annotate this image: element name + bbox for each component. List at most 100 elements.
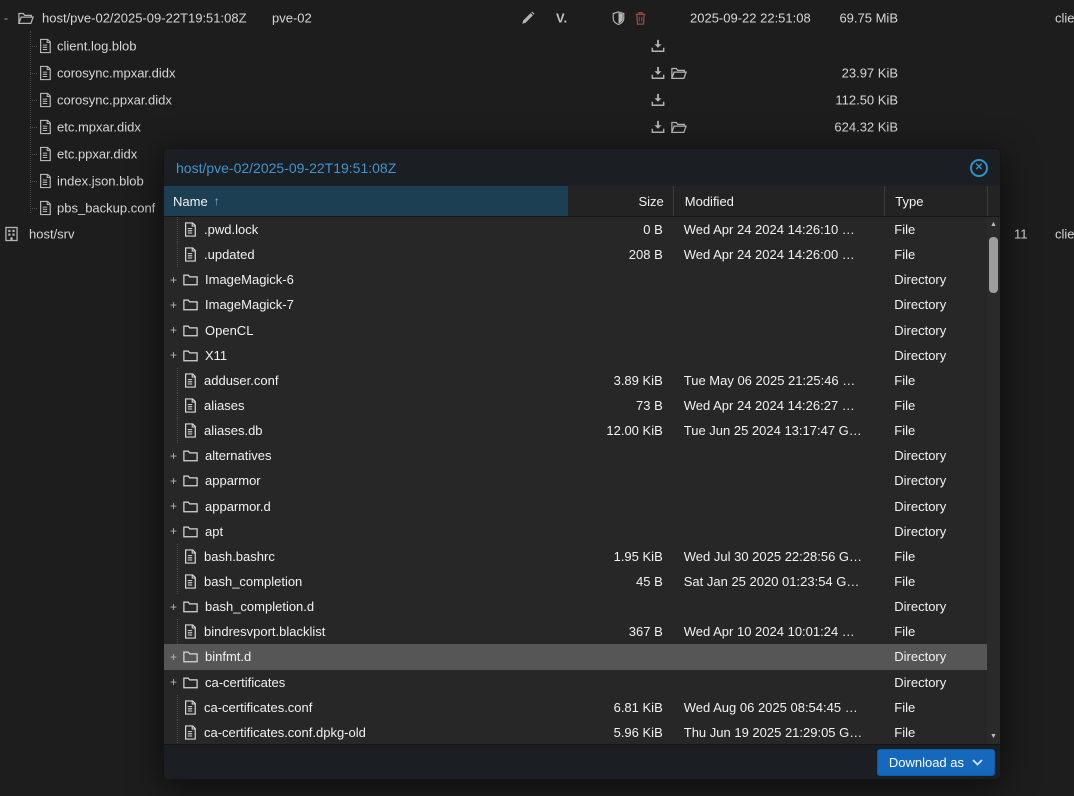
- file-name: etc.mpxar.didx: [57, 120, 141, 135]
- modified-cell: Tue May 06 2025 21:25:46 …: [673, 373, 885, 388]
- type-cell: Directory: [884, 649, 987, 664]
- column-header-size[interactable]: Size: [568, 186, 673, 216]
- shield-icon[interactable]: [612, 11, 625, 25]
- expand-icon[interactable]: +: [167, 600, 180, 614]
- folder-icon: [183, 474, 198, 487]
- expand-icon[interactable]: +: [167, 273, 180, 287]
- directory-row[interactable]: +ca-certificatesDirectory: [164, 670, 987, 695]
- directory-row[interactable]: +bash_completion.dDirectory: [164, 594, 987, 619]
- directory-row[interactable]: +aptDirectory: [164, 519, 987, 544]
- download-as-button[interactable]: Download as: [877, 749, 995, 776]
- file-grid: .pwd.lock0 BWed Apr 24 2024 14:26:10 …Fi…: [164, 217, 1000, 744]
- folder-open-icon: [18, 12, 34, 25]
- close-icon[interactable]: ✕: [970, 159, 988, 177]
- scroll-down-icon[interactable]: ▼: [987, 733, 1000, 740]
- file-row[interactable]: bash_completion45 BSat Jan 25 2020 01:23…: [164, 569, 987, 594]
- download-icon[interactable]: [651, 93, 665, 107]
- tree-guide-line: [177, 368, 178, 393]
- file-row[interactable]: aliases.db12.00 KiBTue Jun 25 2024 13:17…: [164, 418, 987, 443]
- download-icon[interactable]: [651, 120, 665, 134]
- verify-action-label[interactable]: V.: [556, 11, 567, 26]
- tree-guide-line: [177, 418, 178, 443]
- name-cell: bindresvport.blacklist: [164, 619, 568, 644]
- expand-icon[interactable]: +: [167, 323, 180, 337]
- folder-icon: [183, 676, 198, 689]
- file-row[interactable]: ca-certificates.conf.dpkg-old5.96 KiBThu…: [164, 720, 987, 744]
- file-browser-dialog: host/pve-02/2025-09-22T19:51:08Z ✕ Name …: [163, 148, 1001, 780]
- modified-cell: Thu Jun 19 2025 21:29:05 G…: [673, 725, 885, 740]
- snapshot-file-row[interactable]: corosync.ppxar.didx112.50 KiB: [0, 87, 1074, 113]
- file-size: 23.97 KiB: [748, 66, 898, 81]
- tree-guide-line: [177, 544, 178, 569]
- pencil-icon[interactable]: [521, 11, 535, 25]
- column-label-type: Type: [895, 194, 923, 209]
- modified-cell: Tue Jun 25 2024 13:17:47 G…: [673, 423, 885, 438]
- expand-icon[interactable]: +: [167, 675, 180, 689]
- directory-row[interactable]: +ImageMagick-6Directory: [164, 267, 987, 292]
- dialog-title: host/pve-02/2025-09-22T19:51:08Z: [176, 160, 396, 176]
- directory-row[interactable]: +ImageMagick-7Directory: [164, 292, 987, 317]
- entry-name: binfmt.d: [205, 649, 251, 664]
- expand-icon[interactable]: +: [167, 474, 180, 488]
- vertical-scrollbar[interactable]: ▲ ▼: [987, 217, 1000, 744]
- download-icon[interactable]: [651, 39, 665, 53]
- expand-icon[interactable]: +: [167, 298, 180, 312]
- directory-row[interactable]: +alternativesDirectory: [164, 443, 987, 468]
- snapshot-file-row[interactable]: corosync.mpxar.didx 23.97 KiB: [0, 60, 1074, 86]
- entry-name: adduser.conf: [204, 373, 278, 388]
- file-icon: [38, 120, 52, 135]
- file-row[interactable]: .pwd.lock0 BWed Apr 24 2024 14:26:10 …Fi…: [164, 217, 987, 242]
- entry-name: .updated: [204, 247, 255, 262]
- dialog-titlebar: host/pve-02/2025-09-22T19:51:08Z ✕: [164, 149, 1000, 186]
- file-row[interactable]: .updated208 BWed Apr 24 2024 14:26:00 …F…: [164, 242, 987, 267]
- name-cell: bash_completion: [164, 569, 568, 594]
- entry-name: apt: [205, 524, 223, 539]
- expand-icon[interactable]: +: [167, 449, 180, 463]
- folder-open-icon[interactable]: [671, 67, 687, 80]
- expand-icon[interactable]: +: [167, 650, 180, 664]
- name-cell: +apparmor: [164, 468, 568, 493]
- snapshot-file-row[interactable]: client.log.blob: [0, 33, 1074, 59]
- directory-row[interactable]: +apparmorDirectory: [164, 468, 987, 493]
- file-name: corosync.mpxar.didx: [57, 66, 176, 81]
- scroll-up-icon[interactable]: ▲: [987, 221, 1000, 228]
- expand-icon[interactable]: +: [167, 524, 180, 538]
- name-cell: .updated: [164, 242, 568, 267]
- expand-icon[interactable]: +: [167, 348, 180, 362]
- download-icon[interactable]: [651, 66, 665, 80]
- directory-row[interactable]: +OpenCLDirectory: [164, 318, 987, 343]
- directory-row[interactable]: + binfmt.d Directory: [164, 644, 987, 669]
- grid-header: Name ↑ Size Modified Type: [164, 186, 1000, 217]
- file-row[interactable]: aliases73 BWed Apr 24 2024 14:26:27 …Fil…: [164, 393, 987, 418]
- type-cell: File: [884, 222, 987, 237]
- tree-elbow-line: [30, 208, 37, 209]
- tree-guide-line: [177, 720, 178, 744]
- file-icon: [183, 624, 197, 639]
- column-header-name[interactable]: Name ↑: [164, 186, 568, 216]
- scrollbar-thumb[interactable]: [989, 237, 998, 293]
- name-cell: adduser.conf: [164, 368, 568, 393]
- collapse-icon[interactable]: -: [4, 11, 8, 25]
- file-icon: [38, 66, 52, 81]
- folder-open-icon[interactable]: [671, 121, 687, 134]
- file-icon: [38, 201, 52, 216]
- column-header-modified[interactable]: Modified: [673, 186, 885, 216]
- file-row[interactable]: adduser.conf3.89 KiBTue May 06 2025 21:2…: [164, 368, 987, 393]
- name-cell: aliases.db: [164, 418, 568, 443]
- file-row[interactable]: ca-certificates.conf6.81 KiBWed Aug 06 2…: [164, 695, 987, 720]
- file-icon: [183, 373, 197, 388]
- directory-row[interactable]: +apparmor.dDirectory: [164, 494, 987, 519]
- directory-row[interactable]: +X11Directory: [164, 343, 987, 368]
- file-icon: [183, 247, 197, 262]
- entry-name: ca-certificates.conf.dpkg-old: [204, 725, 366, 740]
- file-row[interactable]: bash.bashrc1.95 KiBWed Jul 30 2025 22:28…: [164, 544, 987, 569]
- modified-cell: Wed Aug 06 2025 08:54:45 …: [673, 700, 885, 715]
- snapshot-row[interactable]: - host/pve-02/2025-09-22T19:51:08Z pve-0…: [0, 5, 1074, 31]
- column-header-type[interactable]: Type: [884, 186, 987, 216]
- modified-cell: Wed Apr 10 2024 10:01:24 …: [673, 624, 885, 639]
- expand-icon[interactable]: +: [167, 499, 180, 513]
- file-row[interactable]: bindresvport.blacklist367 BWed Apr 10 20…: [164, 619, 987, 644]
- trash-icon[interactable]: [634, 11, 647, 25]
- snapshot-file-row[interactable]: etc.mpxar.didx624.32 KiB: [0, 114, 1074, 140]
- type-cell: File: [884, 624, 987, 639]
